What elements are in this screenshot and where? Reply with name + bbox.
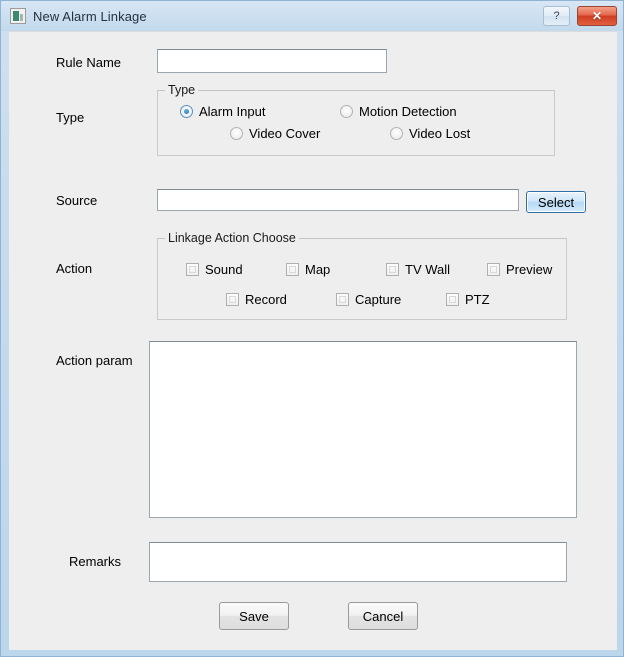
radio-label: Motion Detection [359,104,457,119]
radio-alarm-input[interactable]: Alarm Input [180,104,265,119]
checkbox-label: Record [245,292,287,307]
type-groupbox: Type Alarm Input Motion Detection Video … [157,83,555,156]
title-bar: New Alarm Linkage ? ✕ [1,1,623,31]
action-param-label: Action param [56,353,133,368]
save-button[interactable]: Save [219,602,289,630]
rule-name-input[interactable] [157,49,387,73]
radio-indicator-icon [230,127,243,140]
help-button[interactable]: ? [543,6,570,26]
checkbox-label: Sound [205,262,243,277]
dialog-window: New Alarm Linkage ? ✕ Rule Name Type Typ… [0,0,624,657]
checkbox-label: TV Wall [405,262,451,277]
source-label: Source [56,193,98,208]
cancel-button[interactable]: Cancel [348,602,418,630]
checkbox-label: Map [305,262,331,277]
window-title: New Alarm Linkage [33,8,147,24]
radio-motion-detection[interactable]: Motion Detection [340,104,457,119]
source-input[interactable] [157,189,519,211]
close-button[interactable]: ✕ [577,6,617,26]
radio-video-cover[interactable]: Video Cover [230,126,320,141]
checkbox-indicator-icon [487,263,500,276]
radio-label: Video Lost [409,126,471,141]
radio-label: Alarm Input [199,104,266,119]
type-label: Type [56,110,85,125]
checkbox-capture[interactable]: Capture [336,292,401,307]
checkbox-map[interactable]: Map [286,262,330,277]
type-group-title: Type [165,83,199,97]
radio-video-lost[interactable]: Video Lost [390,126,470,141]
remarks-label: Remarks [69,554,122,569]
checkbox-indicator-icon [446,293,459,306]
radio-indicator-icon [180,105,193,118]
checkbox-indicator-icon [386,263,399,276]
radio-indicator-icon [340,105,353,118]
remarks-input[interactable] [149,542,567,582]
linkage-action-groupbox: Linkage Action Choose Sound Map TV Wall … [157,231,567,320]
checkbox-indicator-icon [336,293,349,306]
checkbox-indicator-icon [286,263,299,276]
checkbox-label: Capture [355,292,402,307]
action-label: Action [56,261,93,276]
application-icon [10,8,26,24]
select-button[interactable]: Select [526,191,586,213]
radio-label: Video Cover [249,126,321,141]
checkbox-tv-wall[interactable]: TV Wall [386,262,450,277]
checkbox-sound[interactable]: Sound [186,262,243,277]
radio-indicator-icon [390,127,403,140]
checkbox-indicator-icon [186,263,199,276]
checkbox-record[interactable]: Record [226,292,287,307]
checkbox-indicator-icon [226,293,239,306]
checkbox-ptz[interactable]: PTZ [446,292,490,307]
checkbox-label: PTZ [465,292,490,307]
dialog-body: Rule Name Type Type Alarm Input Motion D… [9,31,617,650]
linkage-action-group-title: Linkage Action Choose [165,231,299,245]
checkbox-preview[interactable]: Preview [487,262,552,277]
action-param-textarea[interactable] [149,341,577,518]
rule-name-label: Rule Name [56,55,122,70]
checkbox-label: Preview [506,262,553,277]
